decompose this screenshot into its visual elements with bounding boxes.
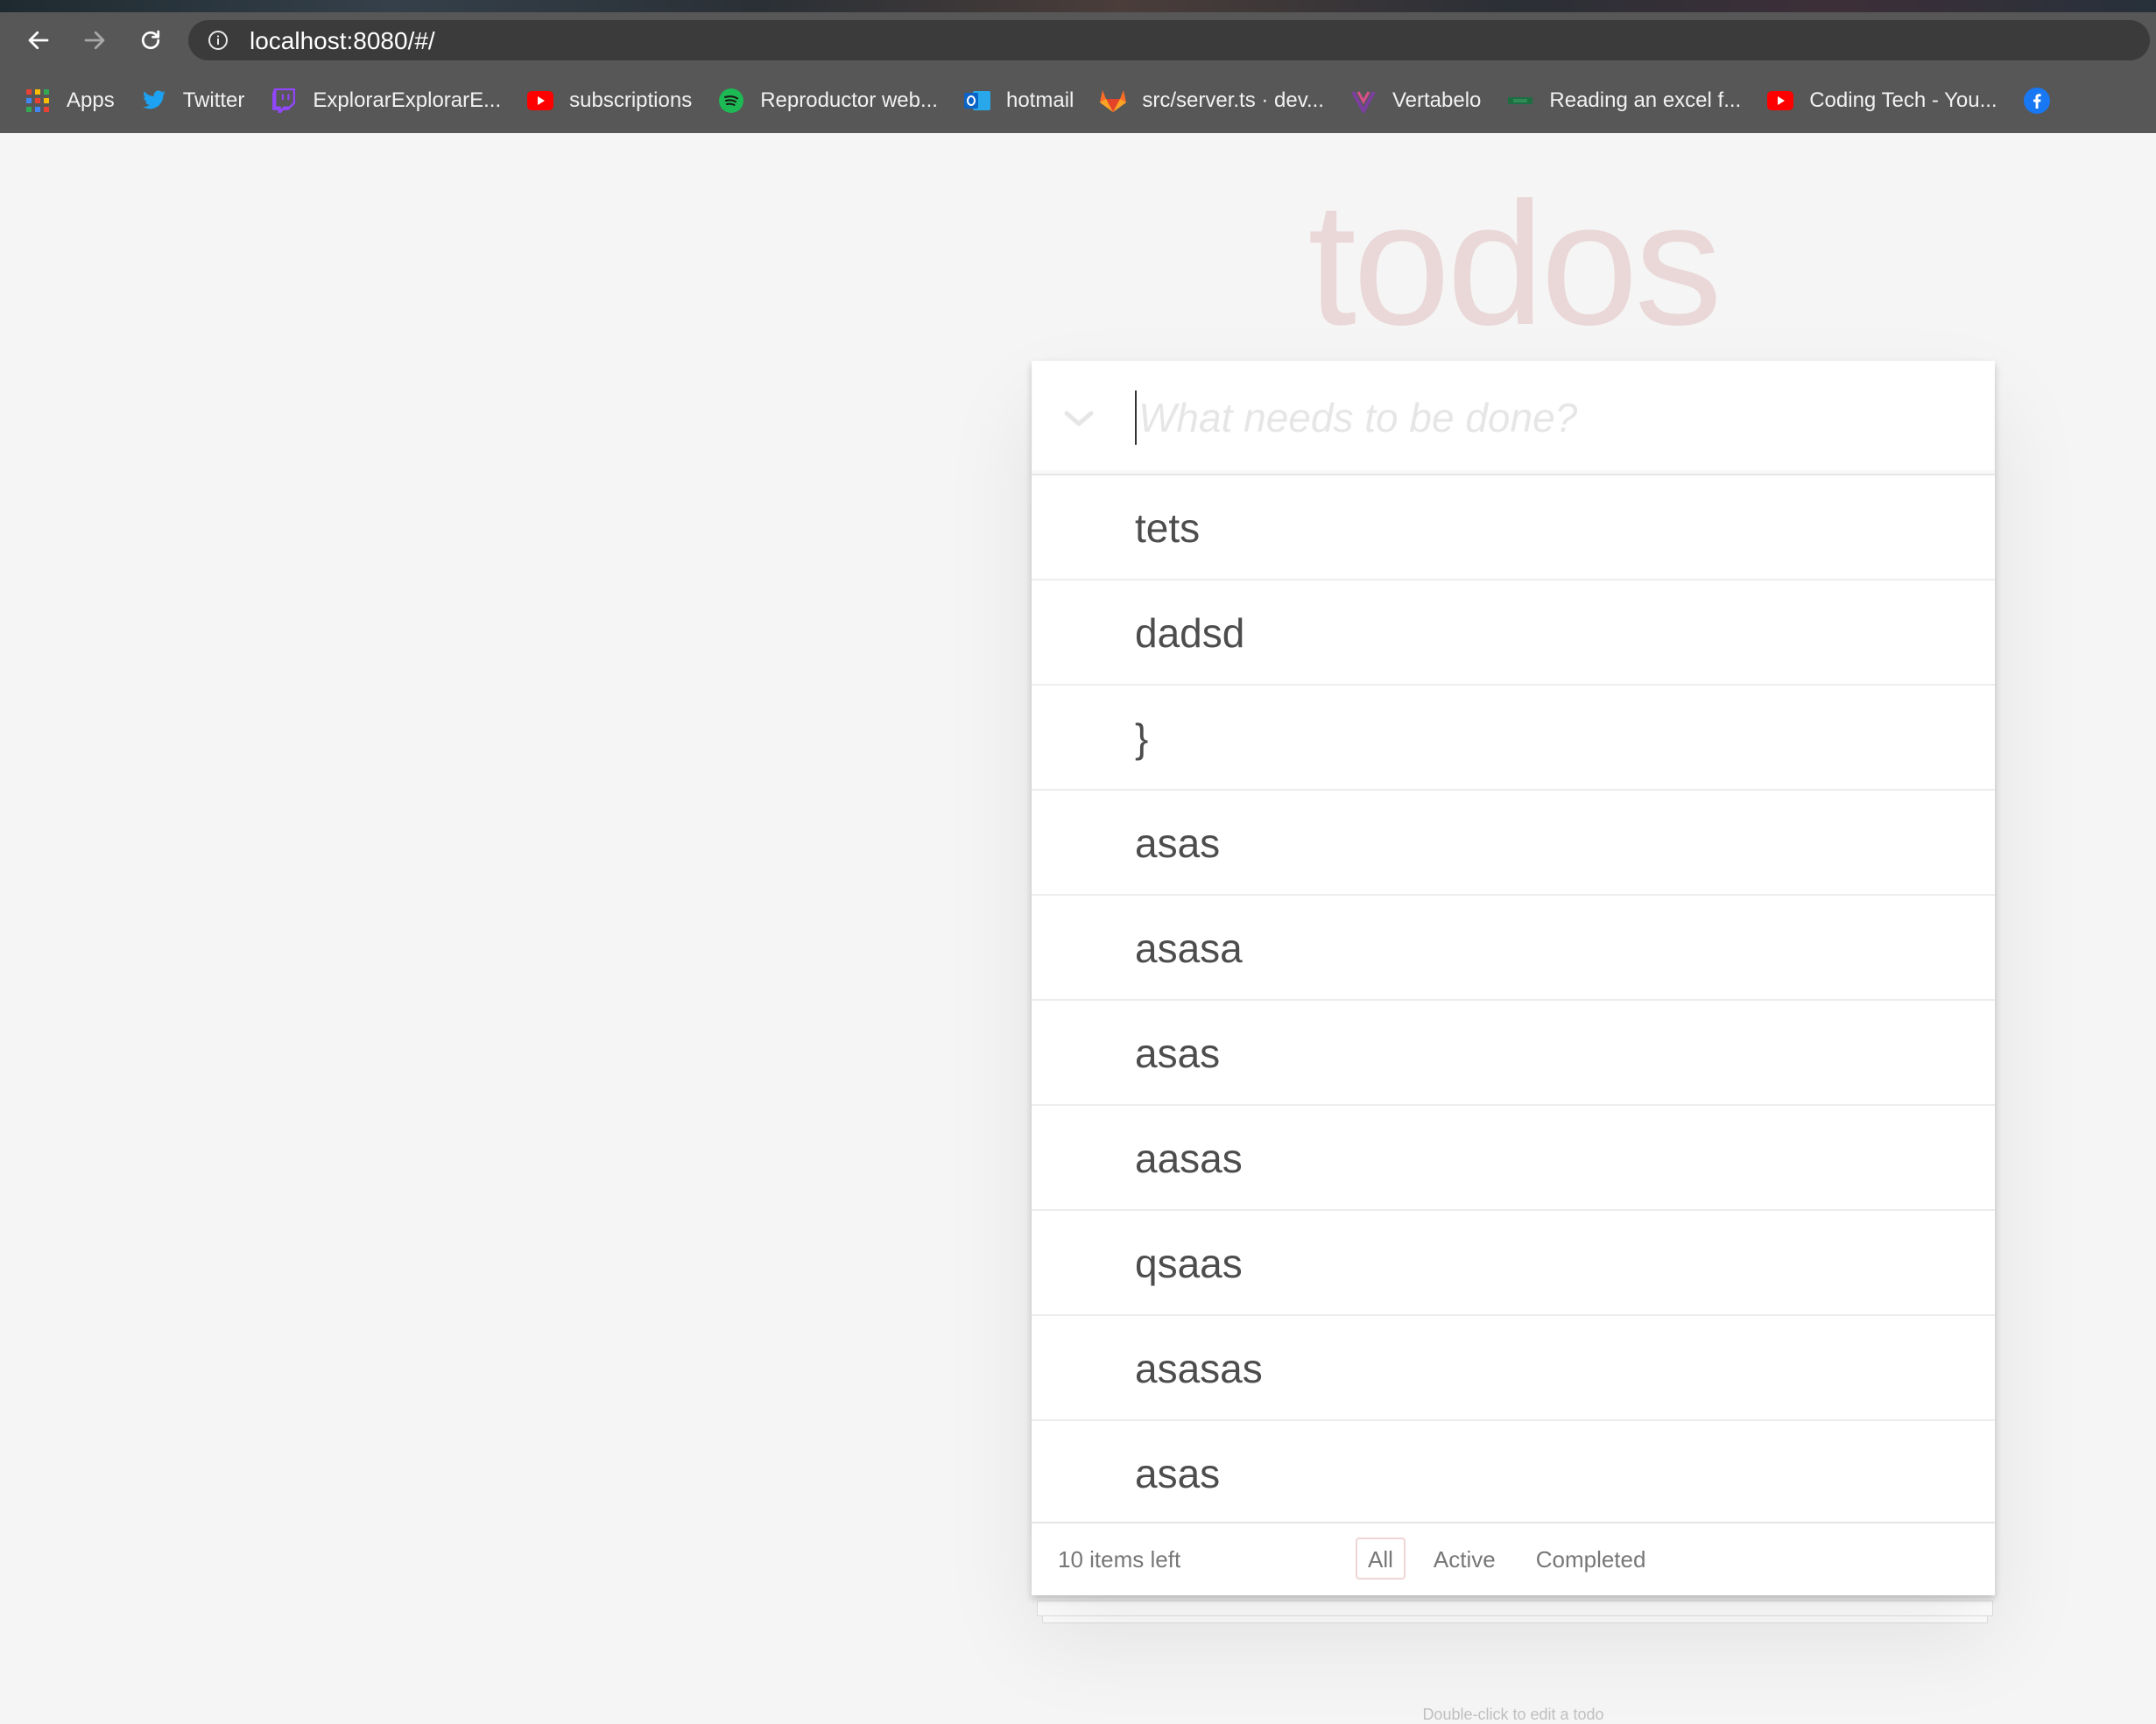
bookmark-label: Apps <box>67 88 115 112</box>
bookmark-apps[interactable]: Apps <box>0 79 129 123</box>
app-title: todos <box>1307 166 1722 362</box>
filter-all[interactable]: All <box>1356 1538 1406 1580</box>
bookmark-twitch[interactable]: ExplorarExplorarE... <box>258 79 515 123</box>
bookmark-label: Reading an excel f... <box>1549 88 1742 112</box>
bookmark-excel[interactable]: Reading an excel f... <box>1495 79 1755 123</box>
bookmark-label: subscriptions <box>569 88 693 112</box>
bookmark-subscriptions[interactable]: subscriptions <box>515 79 706 123</box>
new-todo-input[interactable] <box>1135 391 1958 445</box>
apps-grid-icon <box>25 88 51 114</box>
todo-label[interactable]: aasas <box>1135 1134 1243 1183</box>
reload-button[interactable] <box>133 23 168 58</box>
bookmark-label: Twitter <box>182 88 245 112</box>
todo-label[interactable]: asas <box>1135 1449 1220 1498</box>
bookmark-label: Reproductor web... <box>760 88 938 112</box>
bookmark-spotify[interactable]: Reproductor web... <box>706 79 952 123</box>
todo-label[interactable]: } <box>1135 714 1148 763</box>
bookmark-label: ExplorarExplorarE... <box>313 88 502 112</box>
bookmark-label: Vertabelo <box>1392 88 1482 112</box>
todo-item[interactable]: qsaas <box>1032 1211 1995 1316</box>
bookmark-coding-tech[interactable]: Coding Tech - You... <box>1755 79 2011 123</box>
site-info-icon[interactable] <box>208 30 229 51</box>
todo-item[interactable]: asasa <box>1032 896 1995 1001</box>
items-left-count: 10 items left <box>1058 1546 1181 1573</box>
forward-button[interactable] <box>77 23 112 58</box>
bookmark-hotmail[interactable]: hotmail <box>952 79 1088 123</box>
youtube-icon <box>527 88 554 114</box>
bookmark-label: Coding Tech - You... <box>1809 88 1997 112</box>
chevron-down-icon <box>1064 411 1094 426</box>
facebook-icon <box>2023 88 2050 114</box>
toggle-all-button[interactable] <box>1058 398 1100 440</box>
window-top-strip <box>0 0 2156 12</box>
stack-shadow-layer <box>1037 1601 1993 1616</box>
todo-label[interactable]: qsaas <box>1135 1239 1243 1288</box>
back-arrow-icon <box>28 31 49 50</box>
excel-icon <box>1507 88 1533 114</box>
address-bar[interactable]: localhost:8080/#/ <box>188 20 2150 60</box>
todo-item[interactable]: aasas <box>1032 1106 1995 1211</box>
forward-arrow-icon <box>84 31 105 50</box>
bookmark-gitlab[interactable]: src/server.ts · dev... <box>1088 79 1338 123</box>
filter-active[interactable]: Active <box>1421 1538 1508 1580</box>
new-todo-row <box>1032 361 1995 475</box>
todo-item[interactable]: asas <box>1032 1421 1995 1526</box>
todo-item[interactable]: asas <box>1032 791 1995 896</box>
back-button[interactable] <box>21 23 56 58</box>
bookmark-label: src/server.ts · dev... <box>1142 88 1324 112</box>
youtube-icon <box>1767 88 1794 114</box>
todo-item[interactable]: asas <box>1032 1001 1995 1106</box>
url-text: localhost:8080/#/ <box>250 27 435 54</box>
bookmark-vertabelo[interactable]: Vertabelo <box>1338 79 1495 123</box>
filter-tabs: All Active Completed <box>1356 1538 1658 1580</box>
todo-list: tets dadsd } asas asasa asas aasas qsaas… <box>1032 475 1995 1526</box>
todo-footer: 10 items left All Active Completed <box>1032 1522 1995 1595</box>
bookmark-twitter[interactable]: Twitter <box>129 79 259 123</box>
todo-item[interactable]: tets <box>1032 475 1995 581</box>
twitter-icon <box>141 88 167 114</box>
reload-icon <box>141 30 160 50</box>
todo-label[interactable]: dadsd <box>1135 609 1244 658</box>
twitch-icon <box>271 88 297 114</box>
todo-label[interactable]: tets <box>1135 503 1200 552</box>
todo-item[interactable]: asasas <box>1032 1316 1995 1421</box>
bookmark-facebook[interactable] <box>2012 79 2066 123</box>
todo-label[interactable]: asas <box>1135 1029 1220 1078</box>
spotify-icon <box>718 88 744 114</box>
vertabelo-icon <box>1350 88 1377 114</box>
bookmarks-bar: Apps Twitter ExplorarExplorarE... subscr… <box>0 68 2156 133</box>
page-content: todos tets dadsd } asas asasa asas aasas… <box>0 133 2156 1723</box>
gitlab-icon <box>1100 88 1127 114</box>
filter-completed[interactable]: Completed <box>1524 1538 1659 1580</box>
browser-toolbar: localhost:8080/#/ <box>0 12 2156 68</box>
todo-label[interactable]: asas <box>1135 819 1220 868</box>
todo-label[interactable]: asasa <box>1135 924 1243 973</box>
todo-item[interactable]: } <box>1032 686 1995 791</box>
todo-app-panel: tets dadsd } asas asasa asas aasas qsaas… <box>1032 361 1995 1595</box>
outlook-icon <box>963 88 990 114</box>
todo-item[interactable]: dadsd <box>1032 581 1995 686</box>
todo-label[interactable]: asasas <box>1135 1344 1263 1393</box>
bookmark-label: hotmail <box>1005 88 1074 112</box>
